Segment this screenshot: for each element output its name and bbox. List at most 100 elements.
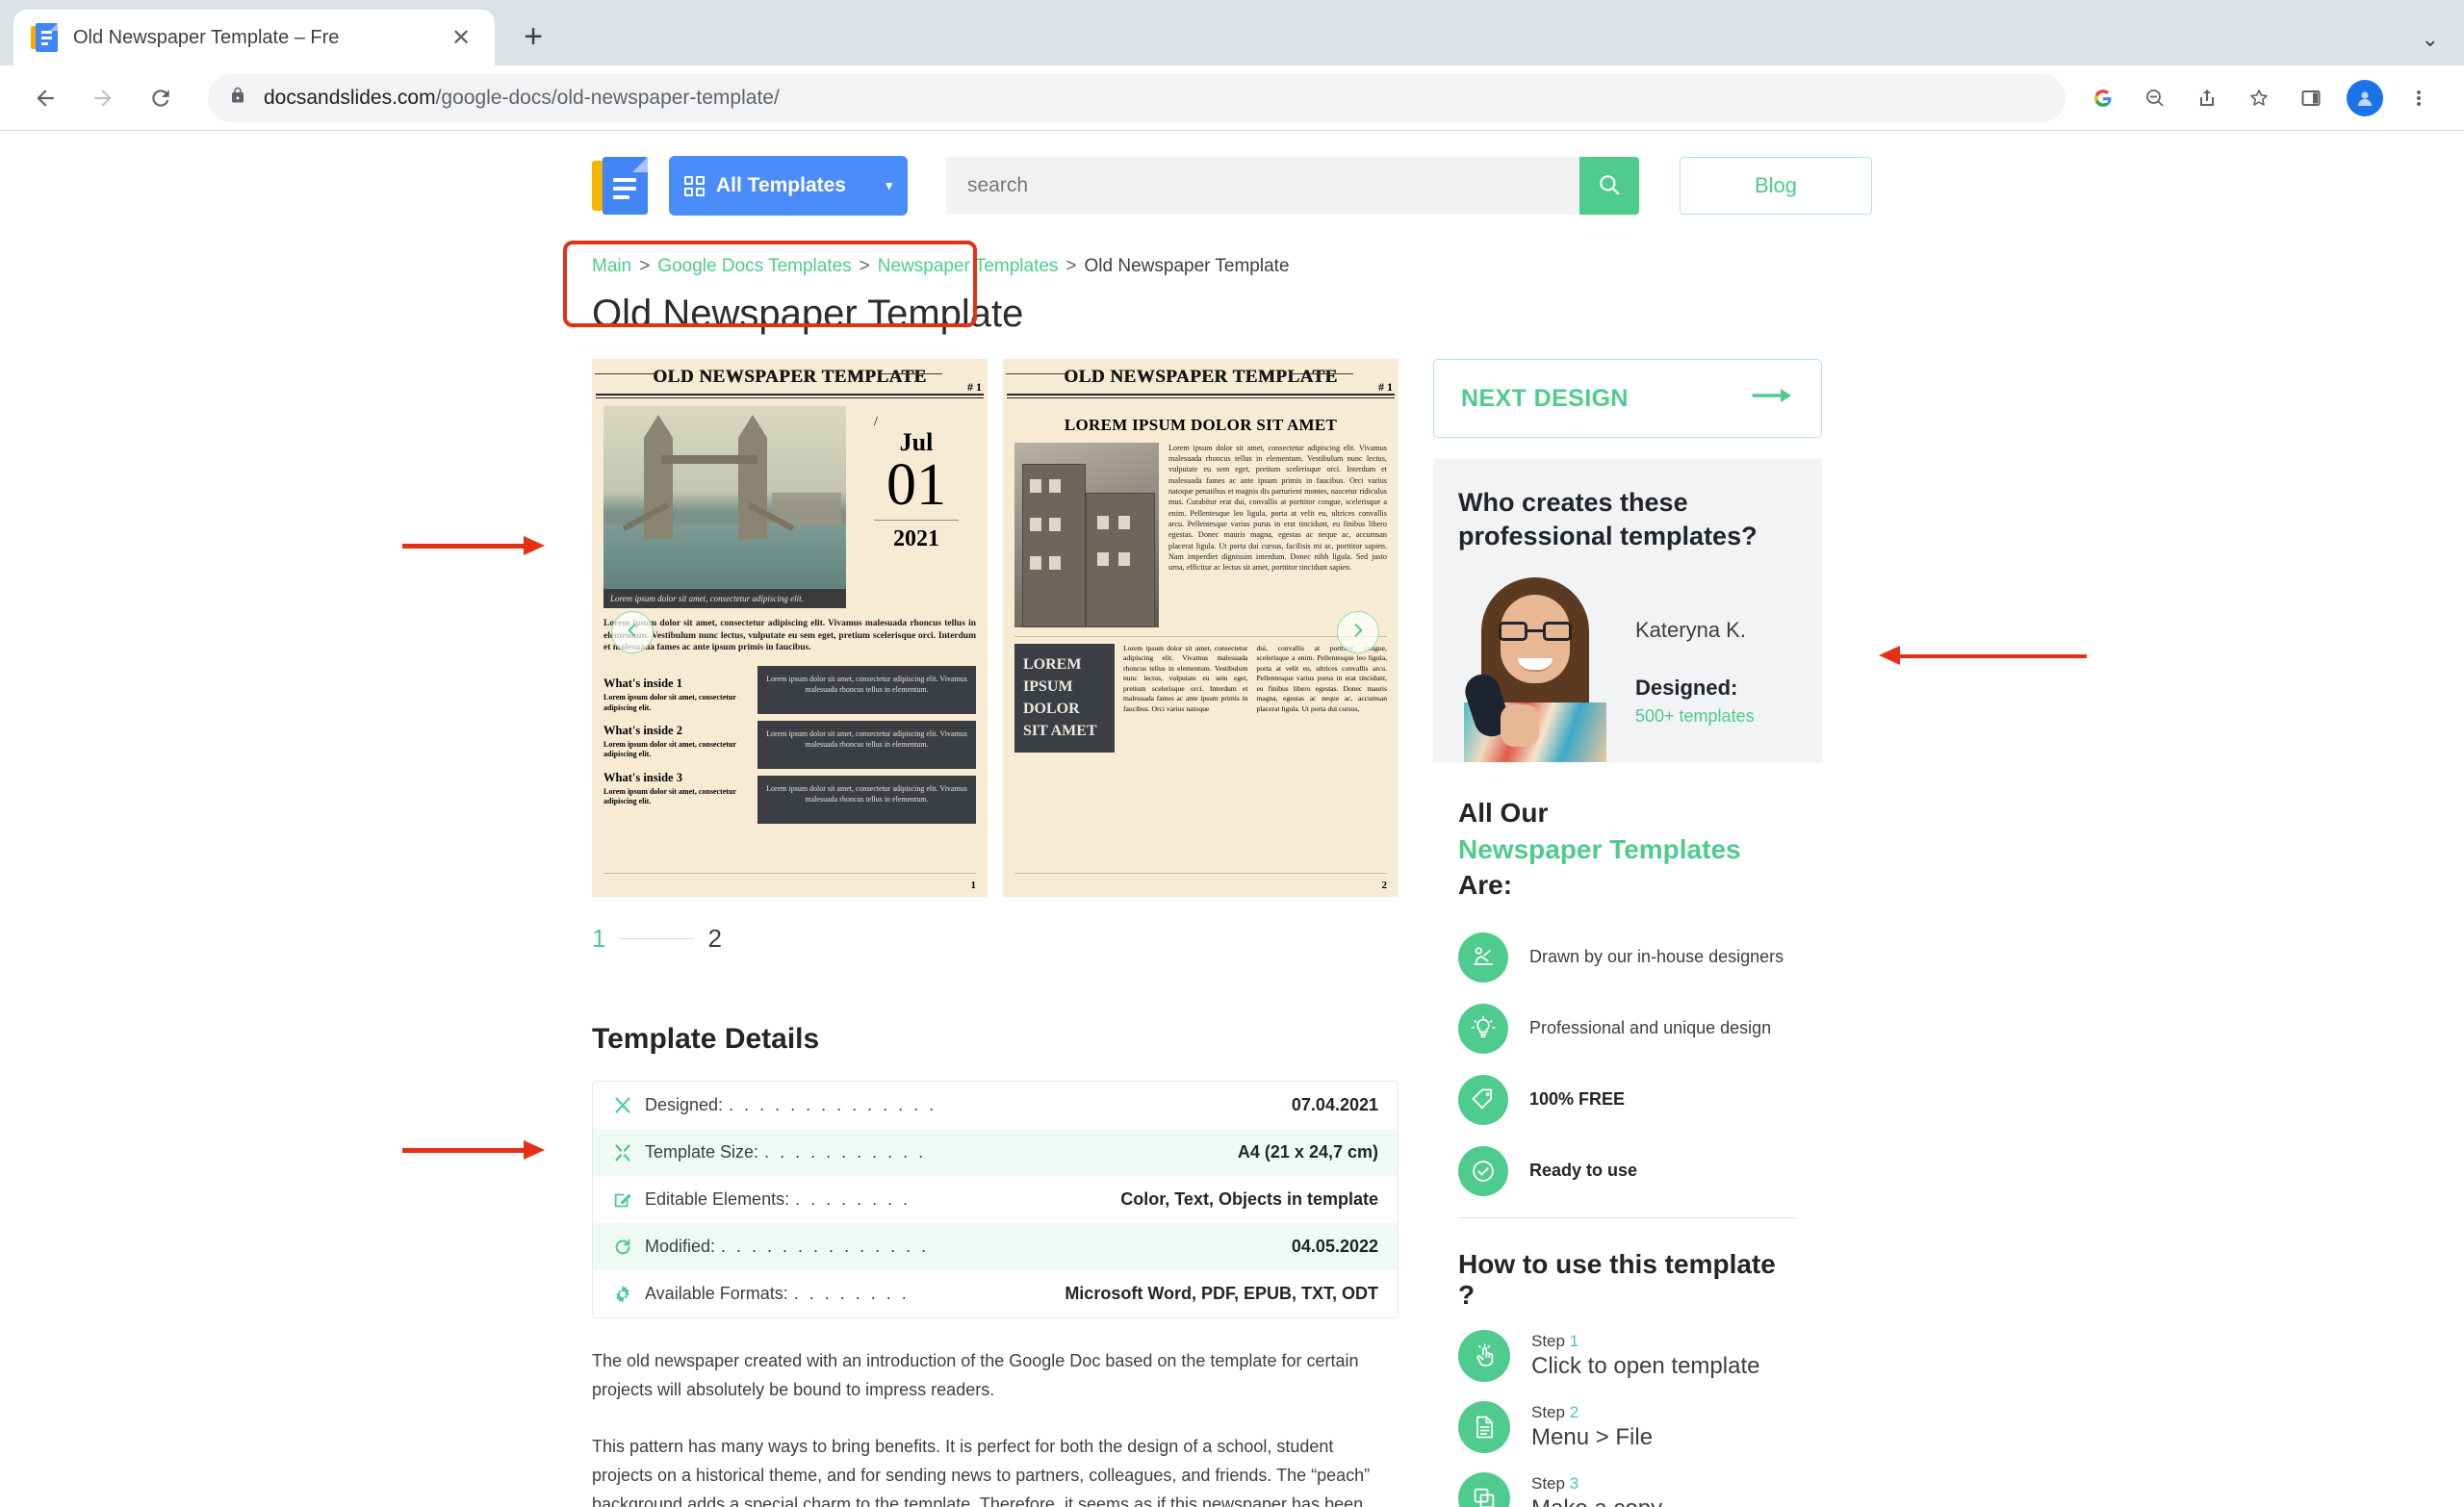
designer-info: Kateryna K. Designed: 500+ templates [1458,570,1797,762]
search-button[interactable] [1579,157,1639,215]
search-input[interactable] [946,157,1579,215]
step-body: Step 1 Click to open template [1531,1332,1759,1380]
resize-icon [612,1142,645,1163]
google-docs-icon [31,23,58,52]
breadcrumb-item-google-docs-templates[interactable]: Google Docs Templates [657,256,851,276]
preview-title: OLD NEWSPAPER TEMPLATE [602,367,978,387]
row-value: Color, Text, Objects in template [1120,1189,1378,1210]
designer-name: Kateryna K. [1635,618,1755,643]
breadcrumb-item-newspaper-templates[interactable]: Newspaper Templates [878,256,1059,276]
click-hand-icon [1458,1330,1510,1382]
preview-masthead: OLD NEWSPAPER TEMPLATE # 1 [1003,359,1399,391]
zoom-out-icon[interactable] [2131,74,2179,122]
browser-tab[interactable]: Old Newspaper Template – Fre ✕ [13,10,495,65]
preview-inside-text: Lorem ipsum dolor sit amet, consectetur … [603,787,748,807]
breadcrumb: Main > Google Docs Templates > Newspaper Tem… [592,256,1872,277]
copy-icon [1458,1472,1510,1507]
step-word: Step [1531,1403,1565,1421]
list-item: Drawn by our in-house designers [1458,932,1797,983]
pagination-page-2[interactable]: 2 [707,924,721,954]
share-icon[interactable] [2183,74,2231,122]
chevron-down-icon[interactable]: ⌄ [2422,27,2439,52]
breadcrumb-separator: > [860,256,870,276]
free-tag-icon [1458,1075,1508,1125]
profile-avatar-icon[interactable] [2347,80,2383,116]
preview-column-right: dui, convallis at porttitor congue, scel… [1256,644,1387,753]
feature-label: Ready to use [1529,1161,1637,1181]
preview-inside-text: Lorem ipsum dolor sit amet, consectetur … [603,693,748,713]
arrow-right-icon [1752,385,1794,413]
scissors-icon [612,1095,645,1116]
forward-icon[interactable] [79,74,127,122]
grid-icon [684,176,705,196]
preview-inside-text: Lorem ipsum dolor sit amet, consectetur … [603,740,748,760]
tab-strip: Old Newspaper Template – Fre ✕ + ⌄ [0,0,2464,65]
carousel-pagination: 1 2 [592,924,1399,954]
feature-label: Professional and unique design [1529,1018,1771,1038]
annotation-arrow-details [402,1140,545,1160]
new-tab-button[interactable]: + [508,12,558,62]
close-icon[interactable]: ✕ [445,21,477,54]
carousel-next-button[interactable] [1337,611,1379,653]
row-label: Available Formats: [645,1284,788,1304]
body-paragraph-1: The old newspaper created with an introd… [592,1347,1399,1404]
feature-label: 100% FREE [1529,1089,1625,1110]
all-our-heading: All Our Newspaper Templates Are: [1458,795,1797,904]
step-word: Step [1531,1474,1565,1493]
template-preview-2[interactable]: OLD NEWSPAPER TEMPLATE # 1 LOREM IPSUM D… [1003,359,1399,897]
step-text: Make a copy [1531,1495,1662,1507]
bookmark-star-icon[interactable] [2235,74,2283,122]
template-details-table: Designed: . . . . . . . . . . . . . . 07… [592,1081,1399,1318]
row-dots: . . . . . . . . . . . [764,1142,1232,1162]
left-column: OLD NEWSPAPER TEMPLATE # 1 L [592,359,1399,1507]
step-label: Step 1 [1531,1332,1759,1351]
preview-dark-block: Lorem ipsum dolor sit amet, consectetur … [757,721,976,769]
table-row: Designed: . . . . . . . . . . . . . . 07… [593,1082,1398,1129]
all-templates-dropdown[interactable]: All Templates ▾ [669,156,908,216]
site-logo-icon[interactable] [592,157,648,215]
preview-body: Lorem ipsum dolor sit amet, consectetur … [592,398,988,838]
step-number: 3 [1570,1474,1578,1493]
row-value: 04.05.2022 [1292,1237,1378,1257]
step-word: Step [1531,1332,1565,1350]
breadcrumb-separator: > [1065,256,1076,276]
feature-label: Drawn by our in-house designers [1529,947,1784,967]
address-bar[interactable]: docsandslides.com/google-docs/old-newspa… [208,74,2066,122]
preview-photo-buildings [1014,443,1159,627]
chrome-menu-icon[interactable] [2395,74,2443,122]
right-sidebar: NEXT DESIGN Who creates these profession… [1433,359,1822,1507]
row-dots: . . . . . . . . . . . . . . [729,1095,1286,1115]
list-item: Ready to use [1458,1146,1797,1196]
preview-dark-block: Lorem ipsum dolor sit amet, consectetur … [757,776,976,824]
breadcrumb-item-main[interactable]: Main [592,256,631,276]
back-icon[interactable] [21,74,69,122]
google-icon[interactable] [2079,74,2127,122]
preview-article: Lorem ipsum dolor sit amet, consectetur … [1168,443,1387,627]
lightbulb-icon [1458,1004,1508,1054]
next-design-label: NEXT DESIGN [1461,385,1629,413]
all-templates-label: All Templates [716,174,846,197]
next-design-button[interactable]: NEXT DESIGN [1433,359,1822,438]
content-wrapper: All Templates ▾ Blog Main>Google Docs Te [592,131,1872,1507]
preview-dark-blocks: Lorem ipsum dolor sit amet, consectetur … [757,666,976,830]
designer-meta: Kateryna K. Designed: 500+ templates [1635,570,1755,727]
preview-inside-list: What's inside 1 Lorem ipsum dolor sit am… [603,666,748,830]
preview-title: OLD NEWSPAPER TEMPLATE [1013,367,1389,387]
annotation-arrow-designer [1879,646,2087,665]
chevron-left-icon [623,621,642,645]
browser-window: Old Newspaper Template – Fre ✕ + ⌄ docsa… [0,0,2464,1507]
preview-inside-heading: What's inside 1 [603,677,748,691]
carousel-prev-button[interactable] [611,611,654,653]
designed-count[interactable]: 500+ templates [1635,706,1755,727]
refresh-icon [612,1237,645,1258]
blog-button[interactable]: Blog [1680,157,1872,215]
template-preview-1[interactable]: OLD NEWSPAPER TEMPLATE # 1 L [592,359,988,897]
pagination-page-1[interactable]: 1 [592,924,605,954]
designed-label: Designed: [1635,676,1755,701]
side-panel-icon[interactable] [2287,74,2335,122]
reload-icon[interactable] [137,74,185,122]
search-bar [946,157,1639,215]
how-to-section: How to use this template ? Step 1 Click … [1433,1218,1822,1507]
row-dots: . . . . . . . . [795,1189,1115,1210]
preview-inside-heading: What's inside 2 [603,724,748,738]
